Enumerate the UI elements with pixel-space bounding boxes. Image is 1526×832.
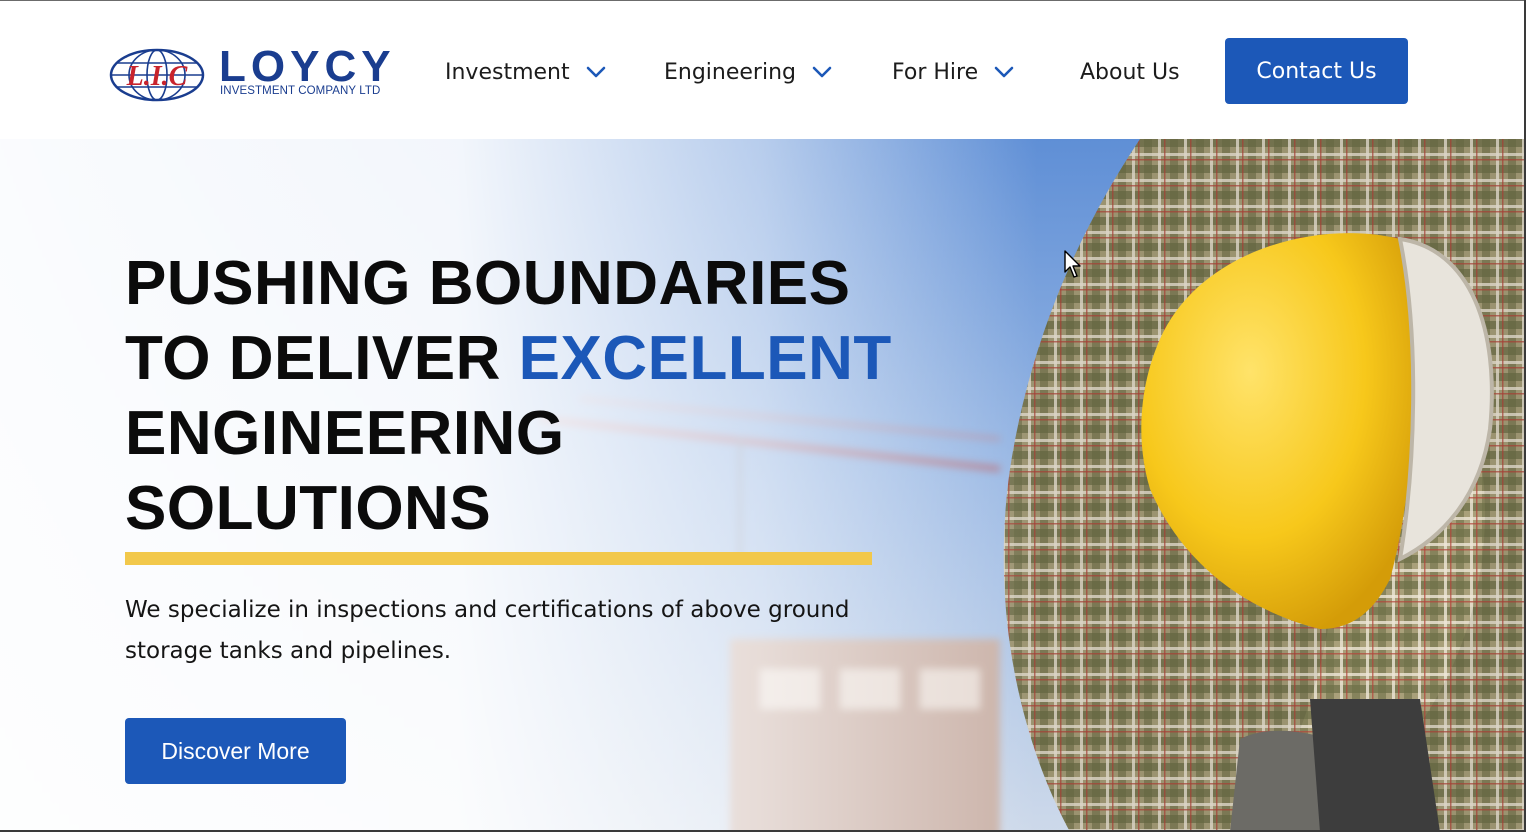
emblem-text: L.I.C [126,61,188,92]
page: L.I.C LOYCY INVESTMENT COMPANY LTD Inves… [0,0,1526,832]
headline-line-4: SOLUTIONS [125,474,492,543]
brand-name: LOYCY [219,42,396,91]
chevron-down-icon [812,66,832,78]
hero-intro-text: We specialize in inspections and certifi… [125,597,850,664]
nav-item-about-us[interactable]: About Us [1080,55,1180,89]
chevron-down-icon [586,66,605,78]
headline-line-1: PUSHING BOUNDARIES [125,249,851,318]
nav-item-label: For Hire [892,59,979,85]
brand-subtitle: INVESTMENT COMPANY LTD [220,85,381,97]
nav-item-label: Investment [445,59,570,85]
nav-item-label: About Us [1080,59,1180,85]
site-header: L.I.C LOYCY INVESTMENT COMPANY LTD Inves… [0,0,1526,139]
chevron-down-icon [994,66,1014,78]
nav-item-engineering[interactable]: Engineering [664,55,832,89]
headline-line-2: TO DELIVER [125,324,519,393]
globe-emblem-icon: L.I.C [109,48,205,102]
nav-item-for-hire[interactable]: For Hire [892,55,1014,89]
headline-underline-bar [125,552,872,565]
discover-more-button[interactable]: Discover More [125,718,346,784]
contact-us-button[interactable]: Contact Us [1225,38,1408,104]
nav-item-investment[interactable]: Investment [445,55,606,89]
company-logo[interactable]: L.I.C LOYCY INVESTMENT COMPANY LTD [109,45,409,105]
headline-line-3: ENGINEERING [125,399,565,468]
headline-accent-word: EXCELLENT [518,324,892,393]
mouse-pointer-icon [1064,250,1081,278]
hero-headline: PUSHING BOUNDARIES TO DELIVER EXCELLENT … [125,246,905,546]
nav-item-label: Engineering [664,59,796,85]
